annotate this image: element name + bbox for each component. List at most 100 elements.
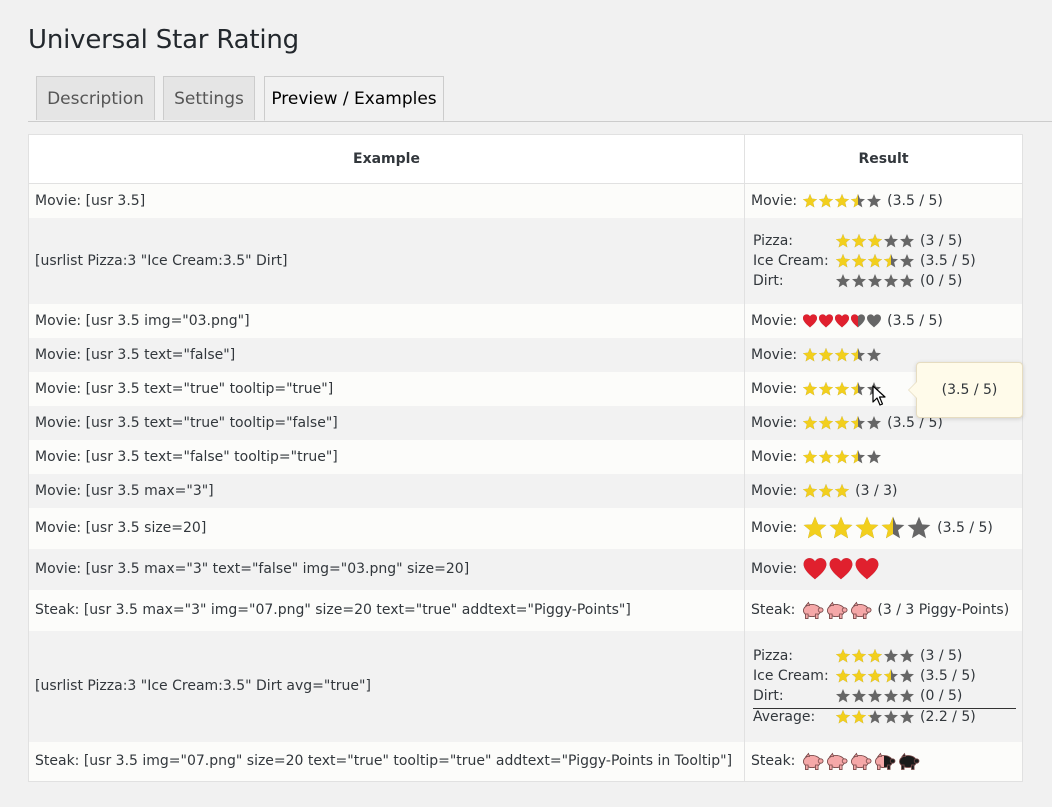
rating-result: Movie: (3.5 / 5) bbox=[751, 313, 1016, 329]
heart-icon bbox=[855, 558, 879, 580]
star-icon bbox=[835, 449, 850, 463]
rating-text: (3 / 3) bbox=[855, 482, 898, 499]
rating-list-value: (3.5 / 5) bbox=[835, 253, 1016, 269]
rating-list-label: Ice Cream: bbox=[753, 667, 829, 684]
rating-list-label: Ice Cream: bbox=[753, 252, 829, 269]
rating-list-label: Dirt: bbox=[753, 687, 784, 704]
rating-list: Pizza: (3 / 5) Ice Cream: (3.5 / 5) Dirt: (0 … bbox=[751, 644, 1016, 729]
star-icon bbox=[868, 688, 882, 702]
star-icon bbox=[852, 648, 866, 662]
table-row: Movie: [usr 3.5 max="3"] Movie: (3 / 3) bbox=[28, 473, 1023, 508]
star-icon bbox=[900, 648, 914, 662]
rating-list-value: (0 / 5) bbox=[835, 273, 1016, 289]
star-icon bbox=[867, 347, 882, 361]
rating-icons bbox=[835, 233, 915, 249]
column-header-example: Example bbox=[28, 134, 745, 184]
star-icon bbox=[851, 449, 866, 463]
star-icon bbox=[803, 449, 818, 463]
star-icon bbox=[803, 516, 827, 539]
star-icon bbox=[819, 381, 834, 395]
star-icon bbox=[852, 709, 866, 723]
star-icon bbox=[851, 381, 866, 395]
example-result: Steak: (3 / 3 Piggy-Points) bbox=[744, 589, 1023, 631]
star-icon bbox=[884, 709, 898, 723]
rating-label: Movie: bbox=[751, 312, 798, 329]
table-row: [usrlist Pizza:3 "Ice Cream:3.5" Dirt] Pi… bbox=[28, 217, 1023, 304]
rating-label: Movie: bbox=[751, 414, 798, 431]
rating-text: (3 / 5) bbox=[920, 232, 963, 249]
tab-preview-examples[interactable]: Preview / Examples bbox=[264, 76, 444, 121]
rating-result: Movie: bbox=[751, 347, 1016, 363]
star-icon bbox=[835, 415, 850, 429]
star-icon bbox=[881, 516, 905, 539]
star-icon bbox=[900, 273, 914, 287]
star-icon bbox=[835, 193, 850, 208]
pig-icon bbox=[851, 601, 872, 619]
example-result: Pizza: (3 / 5) Ice Cream: (3.5 / 5) Dirt: (0 … bbox=[744, 217, 1023, 304]
star-icon bbox=[803, 415, 818, 429]
rating-text: (0 / 5) bbox=[920, 272, 963, 289]
star-icon bbox=[803, 193, 818, 208]
star-icon bbox=[819, 449, 834, 463]
star-icon bbox=[836, 688, 850, 702]
star-icon bbox=[867, 415, 882, 429]
rating-result: Steak: (3 / 3 Piggy-Points) bbox=[751, 598, 1016, 622]
star-icon bbox=[907, 516, 931, 539]
star-icon bbox=[884, 233, 898, 247]
rating-icons bbox=[800, 598, 872, 622]
star-icon bbox=[836, 273, 850, 287]
star-icon bbox=[851, 415, 866, 429]
example-result: Movie: (3.5 / 5) bbox=[744, 303, 1023, 338]
pig-icon bbox=[851, 752, 872, 771]
tab-description[interactable]: Description bbox=[36, 76, 155, 120]
table-row: Steak: [usr 3.5 max="3" img="07.png" siz… bbox=[28, 589, 1023, 631]
rating-icons bbox=[802, 193, 882, 209]
rating-list-value: (3.5 / 5) bbox=[835, 668, 1016, 684]
table-row: [usrlist Pizza:3 "Ice Cream:3.5" Dirt av… bbox=[28, 630, 1023, 742]
rating-label: Movie: bbox=[751, 346, 798, 363]
table-row: Movie: [usr 3.5 img="03.png"] Movie: (3.5 … bbox=[28, 303, 1023, 338]
example-shortcode: Movie: [usr 3.5 max="3"] bbox=[28, 473, 745, 508]
example-shortcode: Movie: [usr 3.5 text="true" tooltip="tru… bbox=[28, 371, 745, 406]
heart-icon bbox=[851, 313, 866, 327]
example-shortcode: [usrlist Pizza:3 "Ice Cream:3.5" Dirt] bbox=[28, 217, 745, 304]
star-icon bbox=[803, 483, 818, 497]
example-shortcode: Movie: [usr 3.5 max="3" text="false" img… bbox=[28, 548, 745, 590]
example-shortcode: Steak: [usr 3.5 max="3" img="07.png" siz… bbox=[28, 589, 745, 631]
example-shortcode: Movie: [usr 3.5 text="false" tooltip="tr… bbox=[28, 439, 745, 474]
star-icon bbox=[829, 516, 853, 539]
star-icon bbox=[867, 449, 882, 463]
star-icon bbox=[835, 347, 850, 361]
rating-icons bbox=[835, 648, 915, 664]
rating-list-value: (0 / 5) bbox=[835, 688, 1016, 704]
rating-result: Movie: bbox=[751, 556, 1016, 582]
star-icon bbox=[868, 233, 882, 247]
rating-list-value: (3 / 5) bbox=[835, 233, 1016, 249]
star-icon bbox=[819, 415, 834, 429]
heart-icon bbox=[803, 313, 818, 327]
rating-icons bbox=[835, 688, 915, 704]
star-icon bbox=[900, 668, 914, 682]
rating-icons bbox=[802, 347, 882, 363]
example-shortcode: Movie: [usr 3.5 text="false"] bbox=[28, 337, 745, 372]
star-icon bbox=[819, 483, 834, 497]
rating-list-label: Pizza: bbox=[753, 232, 794, 249]
rating-result: Movie: bbox=[751, 449, 1016, 465]
rating-icons bbox=[802, 556, 880, 582]
star-icon bbox=[884, 668, 898, 682]
star-icon bbox=[852, 253, 866, 267]
tab-settings[interactable]: Settings bbox=[163, 76, 255, 120]
table-row: Movie: [usr 3.5 max="3" text="false" img… bbox=[28, 548, 1023, 590]
star-icon bbox=[900, 253, 914, 267]
star-icon bbox=[852, 668, 866, 682]
example-result: Movie: (3.5 / 5) bbox=[744, 507, 1023, 549]
rating-text: (2.2 / 5) bbox=[920, 708, 976, 725]
rating-text: (3 / 3 Piggy-Points) bbox=[877, 602, 1010, 618]
table-row: Movie: [usr 3.5 text="false" tooltip="tr… bbox=[28, 439, 1023, 474]
rating-icons bbox=[802, 313, 882, 329]
rating-text: (3.5 / 5) bbox=[920, 667, 976, 684]
pig-icon bbox=[899, 752, 920, 771]
pig-icon bbox=[803, 601, 824, 619]
rating-list-label: Pizza: bbox=[753, 647, 794, 664]
table-row: Movie: [usr 3.5] Movie: (3.5 / 5) bbox=[28, 183, 1023, 218]
